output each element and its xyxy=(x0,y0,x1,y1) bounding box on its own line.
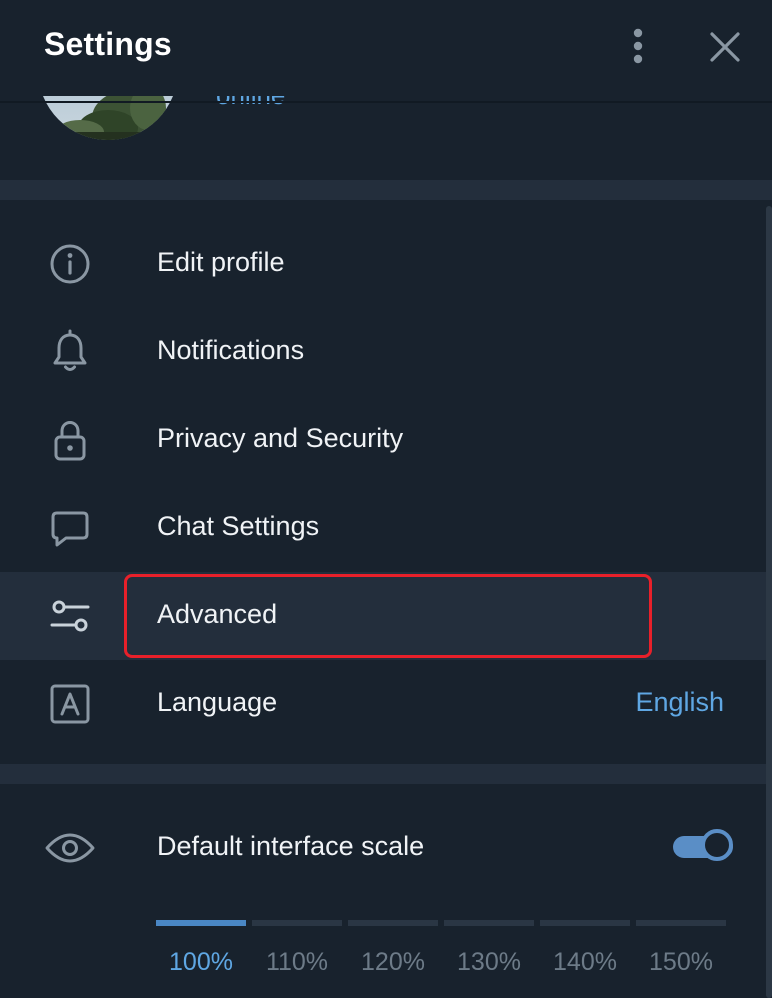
chat-bubble-icon xyxy=(44,504,96,552)
header-divider xyxy=(0,101,772,103)
menu-item-label: Notifications xyxy=(157,335,305,365)
scale-segment-150[interactable] xyxy=(636,920,726,926)
menu-item-label: Chat Settings xyxy=(157,511,320,541)
sliders-icon xyxy=(44,592,96,640)
scale-option-120[interactable]: 120% xyxy=(348,948,438,977)
scale-option-100[interactable]: 100% xyxy=(156,948,246,977)
scale-segment-110[interactable] xyxy=(252,920,342,926)
menu-item-label: Advanced xyxy=(157,599,278,629)
eye-icon xyxy=(44,824,96,872)
section-separator xyxy=(0,180,772,200)
section-separator xyxy=(0,764,772,784)
default-scale-toggle[interactable] xyxy=(673,827,735,867)
default-scale-row: Default interface scale xyxy=(0,804,640,892)
scale-segment-140[interactable] xyxy=(540,920,630,926)
language-value: English xyxy=(635,687,724,717)
settings-header: Settings xyxy=(0,0,772,96)
info-icon xyxy=(44,240,96,288)
menu-item-chat-settings[interactable]: Chat Settings xyxy=(0,484,766,572)
toggle-knob xyxy=(701,829,733,861)
scrollbar[interactable] xyxy=(766,206,772,998)
scale-segment-120[interactable] xyxy=(348,920,438,926)
online-status: online xyxy=(216,96,285,111)
bell-icon xyxy=(44,328,96,376)
close-icon xyxy=(710,32,740,62)
menu-item-edit-profile[interactable]: Edit profile xyxy=(0,220,766,308)
scale-segment-100[interactable] xyxy=(156,920,246,926)
menu-item-advanced[interactable]: Advanced xyxy=(0,572,766,660)
menu-item-notifications[interactable]: Notifications xyxy=(0,308,766,396)
default-scale-label: Default interface scale xyxy=(157,831,425,861)
scale-option-110[interactable]: 110% xyxy=(252,948,342,977)
menu-item-label: Language xyxy=(157,687,278,717)
menu-item-label: Edit profile xyxy=(157,247,285,277)
menu-item-privacy-security[interactable]: Privacy and Security xyxy=(0,396,766,484)
language-icon xyxy=(44,680,96,728)
menu-item-label: Privacy and Security xyxy=(157,423,404,453)
scale-option-140[interactable]: 140% xyxy=(540,948,630,977)
scale-option-150[interactable]: 150% xyxy=(636,948,726,977)
profile-summary: online xyxy=(0,96,772,180)
more-options-button[interactable] xyxy=(620,22,656,70)
close-button[interactable] xyxy=(700,22,750,72)
scale-segment-130[interactable] xyxy=(444,920,534,926)
page-title: Settings xyxy=(44,26,172,62)
menu-item-language[interactable]: Language English xyxy=(0,660,766,748)
scale-option-130[interactable]: 130% xyxy=(444,948,534,977)
lock-icon xyxy=(44,416,96,464)
more-vertical-icon xyxy=(633,28,643,64)
